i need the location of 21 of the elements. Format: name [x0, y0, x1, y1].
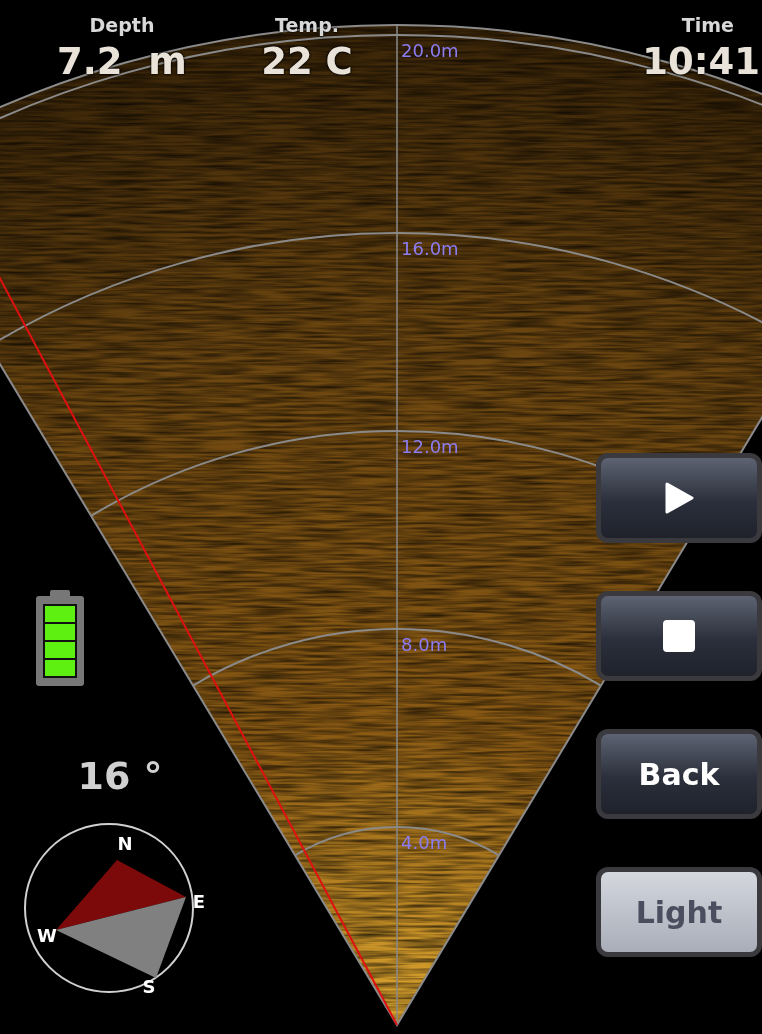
stat-label: Depth [89, 14, 155, 36]
battery-icon [36, 590, 84, 686]
play-icon [664, 482, 694, 514]
range-label: 4.0m [401, 832, 448, 853]
range-label: 20.0m [401, 40, 459, 61]
light-button[interactable]: Light [596, 867, 762, 957]
play-button[interactable] [596, 453, 762, 543]
stop-button[interactable] [596, 591, 762, 681]
back-button[interactable]: Back [596, 729, 762, 819]
compass-letter: W [37, 925, 57, 946]
range-label: 12.0m [401, 436, 459, 457]
stat-label: Time [681, 14, 734, 36]
stop-icon [663, 620, 695, 652]
stat-value: 22 C [261, 40, 353, 83]
range-label: 8.0m [401, 634, 448, 655]
heading-reading: 16 ° [77, 754, 163, 798]
compass-letter: S [142, 976, 156, 996]
range-label: 16.0m [401, 238, 459, 259]
stat-value: 10:41 [642, 40, 760, 83]
compass-letter: E [192, 891, 206, 912]
compass-letter: N [117, 833, 133, 854]
